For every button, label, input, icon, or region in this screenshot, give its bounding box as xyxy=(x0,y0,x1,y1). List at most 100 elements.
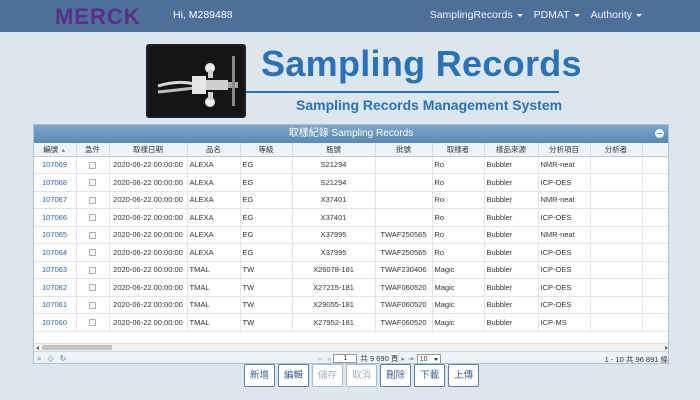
table-row[interactable]: 107068 2020-06-22 00:00:00 ALEXA EG S21294 Ro… xyxy=(34,173,668,192)
prev-page-icon[interactable]: ◂ xyxy=(327,355,331,363)
cell-id[interactable]: 107064 xyxy=(34,243,77,262)
cell-id[interactable]: 107066 xyxy=(34,208,77,227)
urgent-checkbox[interactable] xyxy=(89,266,96,274)
cell-grade: TW xyxy=(240,278,293,297)
urgent-checkbox[interactable] xyxy=(89,284,96,292)
cell-grade: EG xyxy=(240,243,293,262)
scroll-right-icon[interactable] xyxy=(665,346,668,350)
urgent-checkbox[interactable] xyxy=(89,319,96,327)
action-button-1[interactable]: 編輯 xyxy=(278,364,310,387)
cell-bottle: X26078-181 xyxy=(292,261,376,279)
cell-bottle: X37401 xyxy=(292,191,376,209)
table-row[interactable]: 107067 2020-06-22 00:00:00 ALEXA EG X37401 Ro… xyxy=(34,191,668,209)
cell-lot: TWAF060520 xyxy=(375,313,433,332)
cell-urgent xyxy=(76,156,110,174)
cell-id[interactable]: 107065 xyxy=(34,226,77,244)
scrollbar-thumb[interactable] xyxy=(42,345,112,350)
search-icon[interactable]: ⌕ xyxy=(37,354,41,363)
urgent-checkbox[interactable] xyxy=(89,249,96,257)
urgent-checkbox[interactable] xyxy=(89,196,96,204)
table-row[interactable]: 107069 2020-06-22 00:00:00 ALEXA EG S21294 Ro… xyxy=(34,156,668,174)
col-header-lot[interactable]: 批號 xyxy=(375,143,433,157)
cell-urgent xyxy=(76,208,110,227)
sort-icon[interactable]: ▲ xyxy=(60,148,66,154)
nav-pdmat[interactable]: PDMAT xyxy=(534,9,580,21)
next-page-icon[interactable]: ▸ xyxy=(401,355,405,363)
table-row[interactable]: 107066 2020-06-22 00:00:00 ALEXA EG X37401 Ro… xyxy=(34,208,668,227)
nav-sampling-records[interactable]: SamplingRecords xyxy=(430,9,523,21)
action-button-5[interactable]: 下載 xyxy=(414,364,446,387)
col-header-item[interactable]: 分析項目 xyxy=(538,143,591,157)
action-button-4[interactable]: 刪除 xyxy=(380,364,412,387)
table-row[interactable]: 107061 2020-06-22 00:00:00 TMAL TW X29055-18… xyxy=(34,296,668,314)
nav-authority[interactable]: Authority xyxy=(591,9,642,21)
cell-sampler: Ro xyxy=(432,243,485,262)
urgent-checkbox[interactable] xyxy=(89,161,96,169)
cell-bottle: X37995 xyxy=(292,243,376,262)
cell-sampler: Ro xyxy=(432,173,485,192)
cell-lot: TWAF230406 xyxy=(375,261,433,279)
urgent-checkbox[interactable] xyxy=(89,214,96,222)
cell-id[interactable]: 107069 xyxy=(34,156,77,174)
collapse-grid-icon[interactable] xyxy=(655,129,664,138)
action-button-2[interactable]: 儲存 xyxy=(312,364,344,387)
table-row[interactable]: 107062 2020-06-22 00:00:00 TMAL TW X27215-18… xyxy=(34,278,668,297)
cell-grade: TW xyxy=(240,296,293,314)
action-button-3[interactable]: 取消 xyxy=(346,364,378,387)
urgent-checkbox[interactable] xyxy=(89,179,96,187)
last-page-icon[interactable]: ⇥ xyxy=(408,355,414,363)
table-row[interactable]: 107064 2020-06-22 00:00:00 ALEXA EG X37995 TW… xyxy=(34,243,668,262)
cell-urgent xyxy=(76,226,110,244)
rows-per-page-select[interactable]: 10 xyxy=(416,353,441,363)
refresh-icon[interactable]: ↻ xyxy=(60,354,67,363)
title-divider xyxy=(246,91,559,93)
action-button-0[interactable]: 新增 xyxy=(244,364,276,387)
cell-id[interactable]: 107067 xyxy=(34,191,77,209)
table-row[interactable]: 107063 2020-06-22 00:00:00 TMAL TW X26078-18… xyxy=(34,261,668,279)
first-page-icon[interactable]: ⇤ xyxy=(318,355,324,363)
col-header-grade[interactable]: 等級 xyxy=(240,143,293,157)
cell-id[interactable]: 107068 xyxy=(34,173,77,192)
table-header-row: 編號 ▲ 急件 取樣日期 品名 等級 瓶號 批號 取樣者 樣品來源 分析項目 分析… xyxy=(34,143,668,157)
col-header-id[interactable]: 編號 ▲ xyxy=(34,143,77,157)
cell-lot: TWAF250565 xyxy=(375,226,433,244)
merck-logo[interactable]: MERCK xyxy=(55,5,155,27)
cell-source: Bubbler xyxy=(484,191,539,209)
cell-sampler: Ro xyxy=(432,156,485,174)
cell-complete xyxy=(642,313,668,332)
cell-urgent xyxy=(76,261,110,279)
col-header-name[interactable]: 品名 xyxy=(187,143,241,157)
cell-date: 2020-06-22 00:00:00 xyxy=(109,173,188,192)
action-button-6[interactable]: 上傳 xyxy=(448,364,480,387)
scroll-left-icon[interactable] xyxy=(36,346,39,350)
col-header-date[interactable]: 取樣日期 xyxy=(109,143,188,157)
urgent-checkbox[interactable] xyxy=(89,301,96,309)
cell-date: 2020-06-22 00:00:00 xyxy=(109,261,188,279)
col-header-complete[interactable]: 完 xyxy=(642,143,668,157)
horizontal-scrollbar[interactable] xyxy=(34,343,668,351)
page-number-input[interactable]: 1 xyxy=(333,354,358,363)
cell-id[interactable]: 107060 xyxy=(34,313,77,332)
cell-sampler: Ro xyxy=(432,208,485,227)
col-header-analyst[interactable]: 分析者 xyxy=(590,143,643,157)
filter-icon[interactable]: ◇ xyxy=(47,354,53,363)
cell-complete xyxy=(642,156,668,174)
cell-sampler: Magic xyxy=(432,278,485,297)
cell-item: ICP-OES xyxy=(538,243,591,262)
table-row[interactable]: 107065 2020-06-22 00:00:00 ALEXA EG X37995 TW… xyxy=(34,226,668,244)
col-header-sampler[interactable]: 取樣者 xyxy=(432,143,485,157)
col-header-urgent[interactable]: 急件 xyxy=(76,143,110,157)
cell-id[interactable]: 107062 xyxy=(34,278,77,297)
urgent-checkbox[interactable] xyxy=(89,231,96,239)
cell-source: Bubbler xyxy=(484,226,539,244)
col-header-source[interactable]: 樣品來源 xyxy=(484,143,539,157)
table-row[interactable]: 107060 2020-06-22 00:00:00 TMAL TW X27952-18… xyxy=(34,313,668,332)
cell-name: TMAL xyxy=(187,296,241,314)
cell-complete xyxy=(642,191,668,209)
cell-urgent xyxy=(76,191,110,209)
cell-id[interactable]: 107061 xyxy=(34,296,77,314)
cell-id[interactable]: 107063 xyxy=(34,261,77,279)
col-header-bottle[interactable]: 瓶號 xyxy=(292,143,376,157)
cell-bottle: S21294 xyxy=(292,173,376,192)
table-viewport[interactable]: 編號 ▲ 急件 取樣日期 品名 等級 瓶號 批號 取樣者 樣品來源 分析項目 分析… xyxy=(34,143,668,343)
